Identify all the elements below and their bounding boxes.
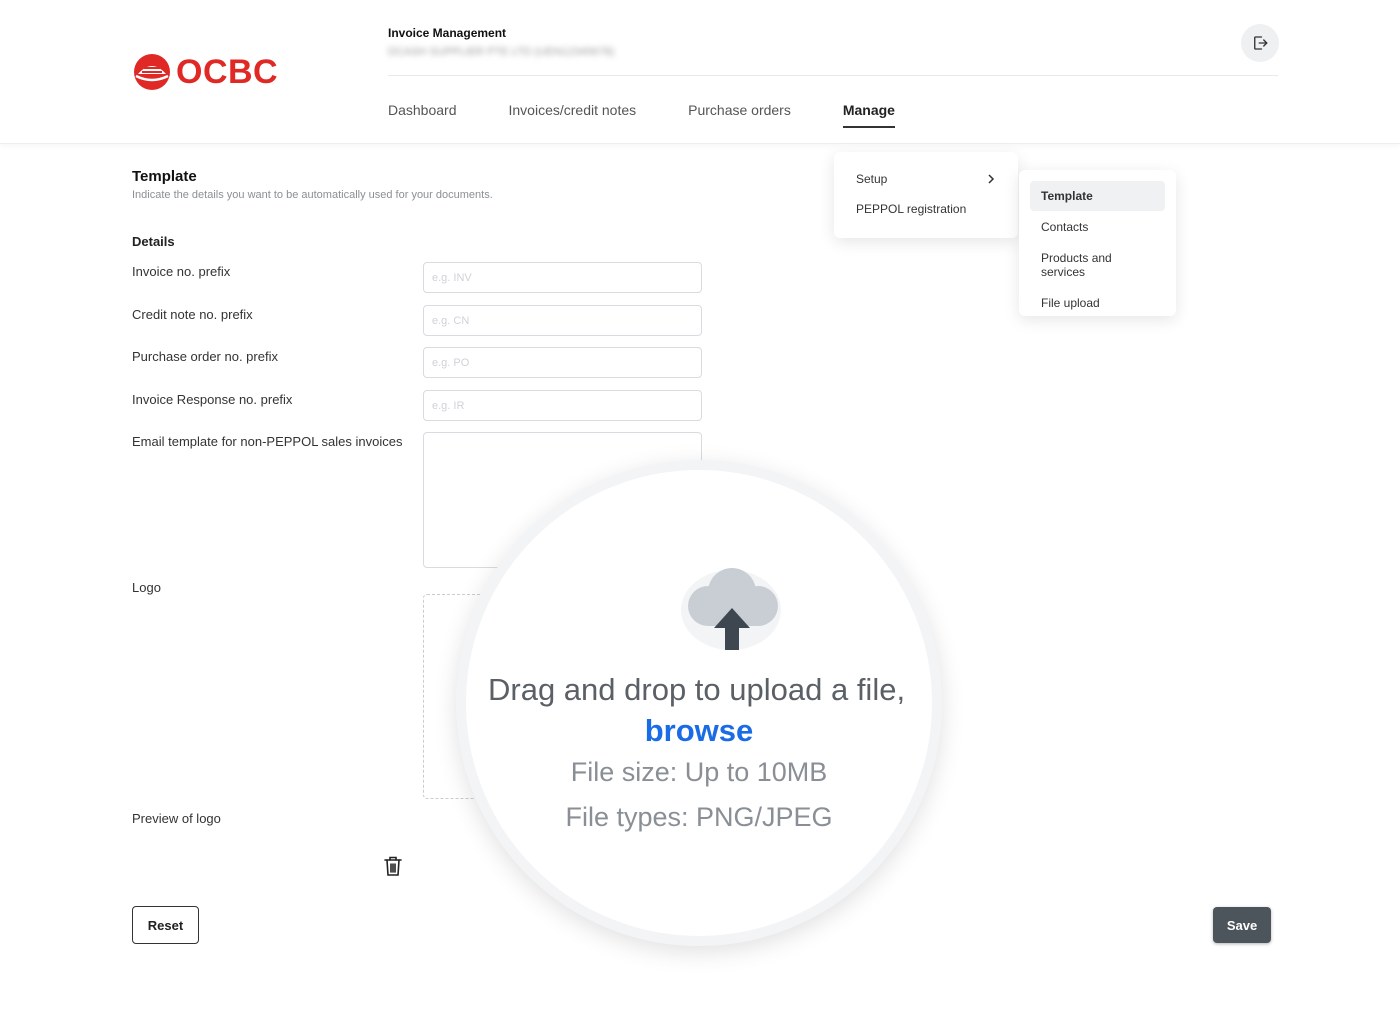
file-types-hint: File types: PNG/JPEG [565, 802, 833, 832]
app-title: Invoice Management [388, 26, 507, 40]
company-subtitle: DCASH SUPPLIER PTE LTD (UEN12345678) [388, 46, 614, 58]
credit-note-prefix-input[interactable] [423, 305, 702, 336]
drag-drop-text: Drag and drop to upload a file, [488, 672, 906, 707]
preview-logo-label: Preview of logo [132, 811, 221, 826]
logout-icon [1254, 36, 1268, 50]
invoice-response-prefix-label: Invoice Response no. prefix [132, 392, 293, 407]
brand-logo[interactable]: OCBC [132, 52, 278, 92]
page-description: Indicate the details you want to be auto… [132, 189, 493, 201]
nav-invoices-credit-notes[interactable]: Invoices/credit notes [509, 102, 637, 128]
header-divider [388, 75, 1278, 76]
file-size-hint: File size: Up to 10MB [570, 757, 828, 787]
logo-label: Logo [132, 580, 161, 595]
menu-item-setup[interactable]: Setup [834, 164, 1018, 194]
menu-item-peppol-registration[interactable]: PEPPOL registration [834, 194, 1018, 224]
menu-item-peppol-label: PEPPOL registration [856, 202, 967, 216]
submenu-item-products-services[interactable]: Products and services [1030, 243, 1165, 287]
purchase-order-prefix-input[interactable] [423, 347, 702, 378]
upload-dropzone-magnified[interactable]: Drag and drop to upload a file, browse F… [456, 460, 942, 946]
email-template-label: Email template for non-PEPPOL sales invo… [132, 434, 403, 449]
delete-logo-button[interactable] [384, 855, 402, 882]
main-nav: Dashboard Invoices/credit notes Purchase… [388, 102, 947, 128]
details-heading: Details [132, 234, 175, 249]
ocbc-emblem-icon [134, 54, 170, 90]
invoice-response-prefix-input[interactable] [423, 390, 702, 421]
submenu-item-file-upload[interactable]: File upload [1030, 288, 1165, 318]
purchase-order-prefix-label: Purchase order no. prefix [132, 349, 278, 364]
brand-name: OCBC [176, 52, 279, 91]
chevron-right-icon [988, 174, 995, 184]
trash-icon [384, 856, 402, 876]
page-title: Template [132, 168, 197, 185]
save-button[interactable]: Save [1213, 907, 1271, 943]
top-header: OCBC Invoice Management DCASH SUPPLIER P… [0, 0, 1400, 144]
logout-button[interactable] [1241, 24, 1279, 62]
nav-manage[interactable]: Manage [842, 102, 895, 128]
reset-button[interactable]: Reset [132, 906, 199, 944]
submenu-item-contacts[interactable]: Contacts [1030, 212, 1165, 242]
nav-dashboard[interactable]: Dashboard [388, 102, 457, 128]
invoice-prefix-input[interactable] [423, 262, 702, 293]
manage-dropdown-menu: Setup PEPPOL registration [834, 152, 1018, 238]
setup-submenu: Template Contacts Products and services … [1019, 170, 1176, 316]
menu-item-setup-label: Setup [856, 172, 888, 186]
credit-note-prefix-label: Credit note no. prefix [132, 307, 253, 322]
browse-link[interactable]: browse [466, 713, 932, 749]
submenu-item-template[interactable]: Template [1030, 181, 1165, 211]
cloud-upload-icon [681, 568, 781, 650]
nav-purchase-orders[interactable]: Purchase orders [688, 102, 791, 128]
invoice-prefix-label: Invoice no. prefix [132, 264, 231, 279]
